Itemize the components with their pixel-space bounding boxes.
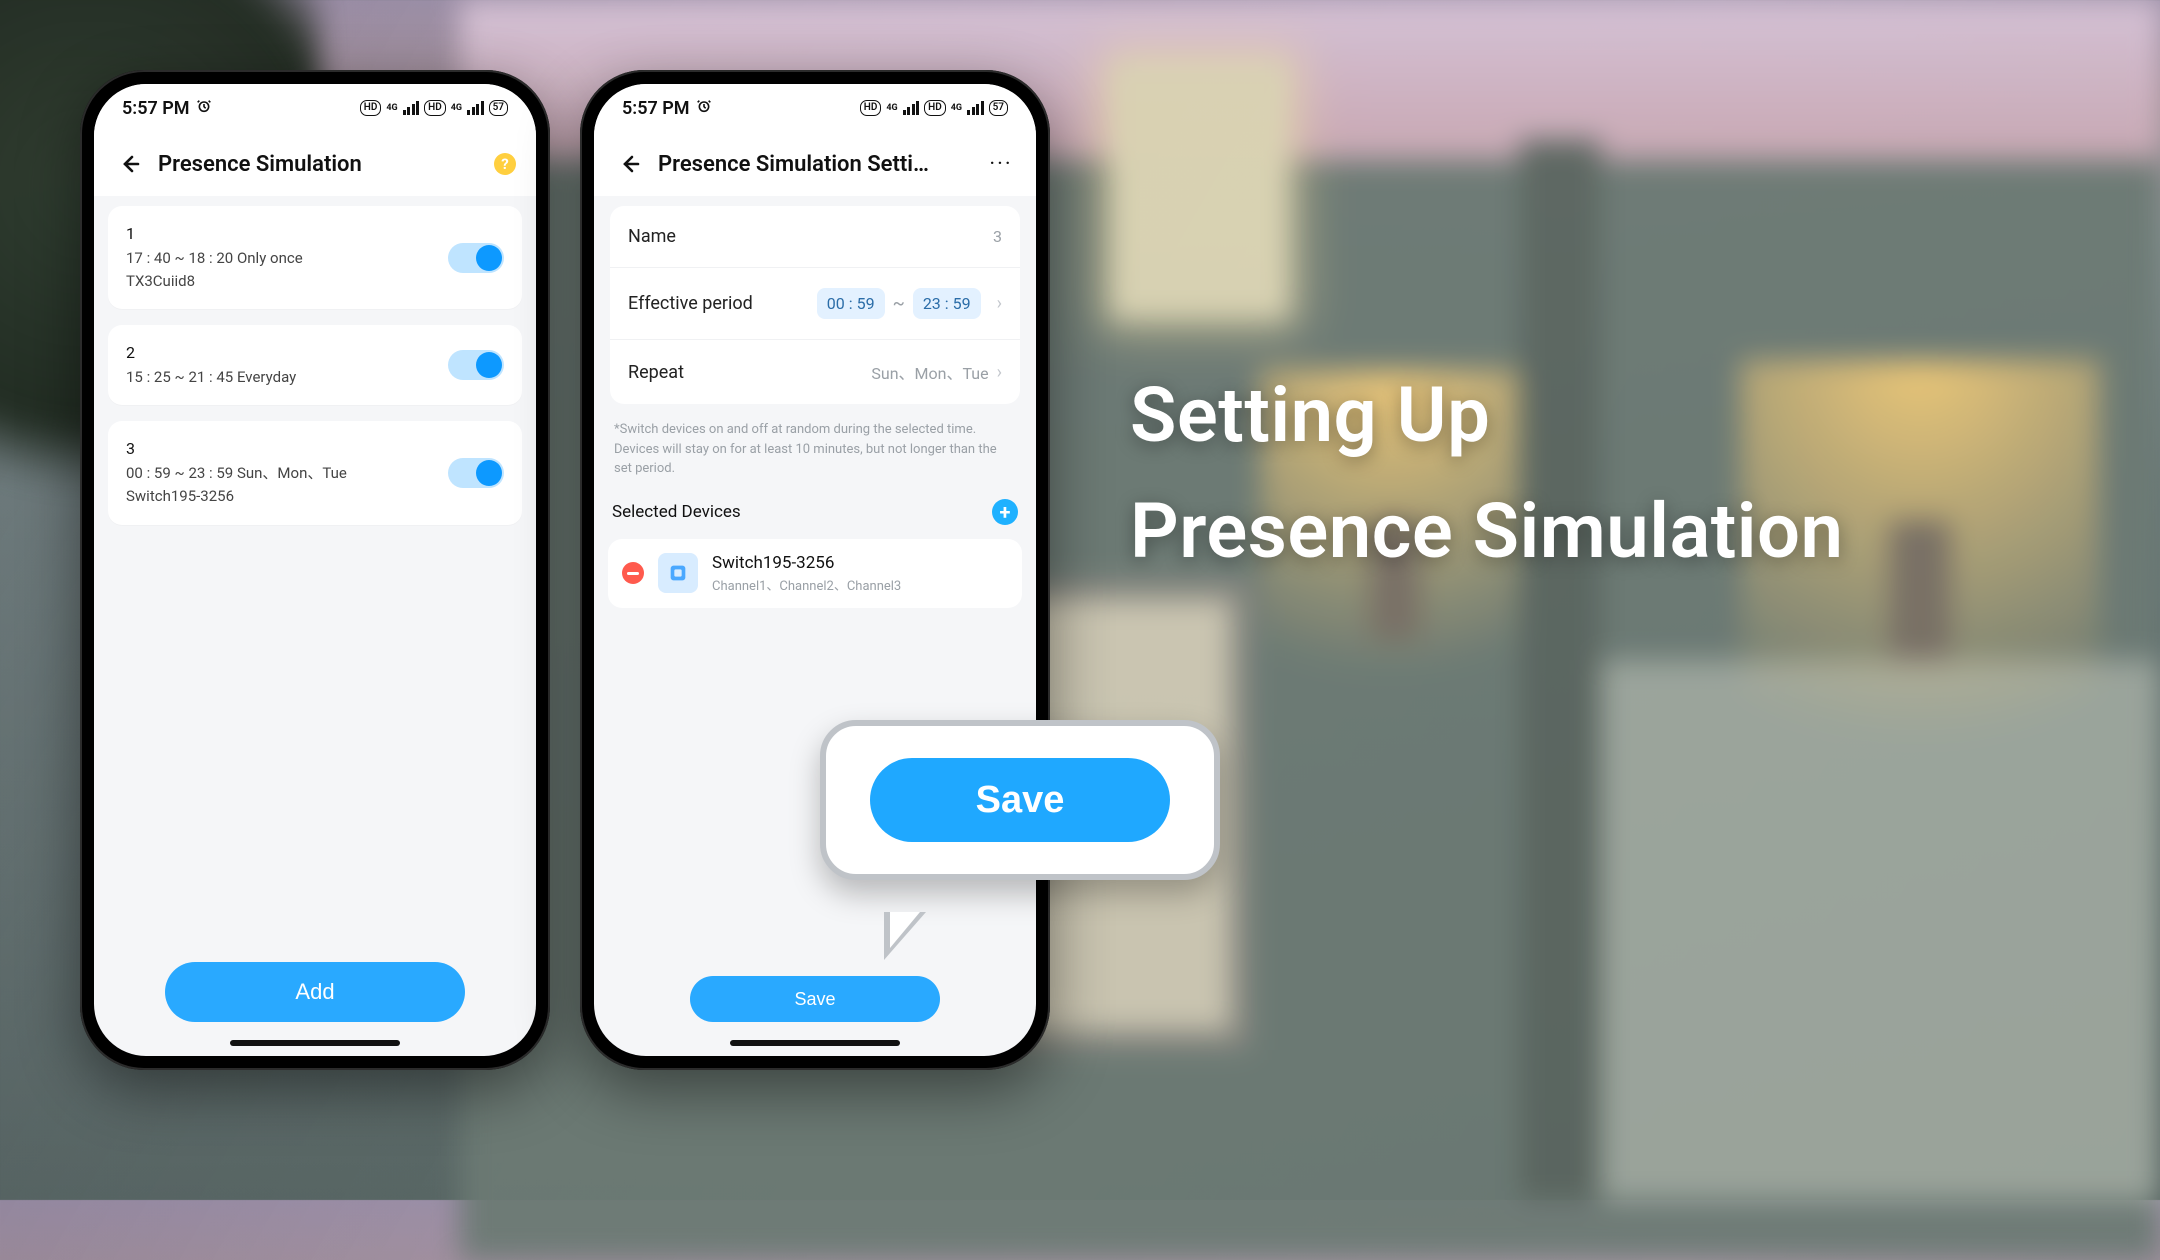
item-device: Switch195-3256 [126, 485, 347, 508]
chevron-right-icon: › [997, 293, 1002, 314]
page-title: Presence Simulation Setti… [658, 152, 972, 177]
hd-badge-2: HD [924, 100, 946, 116]
status-time: 5:57 PM [622, 98, 690, 119]
status-bar: 5:57 PM HD 4G HD 4G 57 [94, 84, 536, 132]
item-toggle[interactable] [448, 350, 504, 380]
navbar: Presence Simulation Setti… ··· [594, 132, 1036, 196]
net-label-1: 4G [886, 103, 897, 113]
chevron-right-icon: › [997, 362, 1002, 383]
help-icon[interactable]: ? [494, 153, 516, 175]
phone-mockup-list: 5:57 PM HD 4G HD 4G 57 Presence Simulati… [80, 70, 550, 1070]
simulation-item[interactable]: 3 00 : 59 ~ 23 : 59 Sun、Mon、Tue Switch19… [108, 421, 522, 524]
simulation-item[interactable]: 1 17 : 40 ~ 18 : 20 Only once TX3Cuiid8 [108, 206, 522, 309]
headline: Setting Up Presence Simulation [1130, 370, 1844, 576]
repeat-value: Sun、Mon、Tue [871, 360, 988, 384]
item-index: 1 [126, 222, 303, 247]
more-menu-icon[interactable]: ··· [986, 152, 1016, 177]
signal-icon-2 [467, 101, 484, 115]
home-indicator [730, 1040, 900, 1046]
repeat-label: Repeat [628, 362, 684, 383]
alarm-icon [196, 98, 212, 119]
device-name: Switch195-3256 [712, 553, 901, 573]
simulation-item[interactable]: 2 15 : 25 ~ 21 : 45 Everyday [108, 325, 522, 405]
period-label: Effective period [628, 293, 753, 314]
item-index: 2 [126, 341, 296, 366]
battery-badge: 57 [489, 100, 508, 116]
status-bar: 5:57 PM HD 4G HD 4G 57 [594, 84, 1036, 132]
repeat-row[interactable]: Repeat Sun、Mon、Tue › [610, 339, 1020, 404]
signal-icon [403, 101, 420, 115]
headline-line2: Presence Simulation [1130, 486, 1844, 576]
headline-line1: Setting Up [1130, 370, 1844, 460]
save-button[interactable]: Save [690, 976, 940, 1022]
alarm-icon [696, 98, 712, 119]
net-label-2: 4G [451, 103, 462, 113]
item-time: 00 : 59 ~ 23 : 59 Sun、Mon、Tue [126, 462, 347, 485]
home-indicator [230, 1040, 400, 1046]
item-time: 17 : 40 ~ 18 : 20 Only once [126, 247, 303, 270]
page-title: Presence Simulation [158, 152, 486, 177]
hd-badge: HD [860, 100, 882, 116]
status-time: 5:57 PM [122, 98, 190, 119]
remove-device-button[interactable] [622, 562, 644, 584]
net-label-1: 4G [386, 103, 397, 113]
hd-badge: HD [360, 100, 382, 116]
save-callout-button[interactable]: Save [870, 758, 1170, 842]
period-to[interactable]: 23 : 59 [913, 288, 981, 319]
device-channels: Channel1、Channel2、Channel3 [712, 575, 901, 594]
switch-device-icon [658, 553, 698, 593]
item-toggle[interactable] [448, 243, 504, 273]
back-button[interactable] [114, 149, 144, 179]
back-button[interactable] [614, 149, 644, 179]
name-label: Name [628, 226, 676, 247]
navbar: Presence Simulation ? [94, 132, 536, 196]
item-device: TX3Cuiid8 [126, 270, 303, 293]
item-toggle[interactable] [448, 458, 504, 488]
add-button[interactable]: Add [165, 962, 465, 1022]
net-label-2: 4G [951, 103, 962, 113]
add-device-button[interactable]: + [992, 499, 1018, 525]
signal-icon-2 [967, 101, 984, 115]
signal-icon [903, 101, 920, 115]
save-callout: Save [820, 720, 1220, 880]
item-index: 3 [126, 437, 347, 462]
battery-badge: 57 [989, 100, 1008, 116]
period-row[interactable]: Effective period 00 : 59 ~ 23 : 59 › [610, 267, 1020, 339]
selected-devices-label: Selected Devices [612, 502, 741, 522]
period-from[interactable]: 00 : 59 [817, 288, 885, 319]
phone-mockup-settings: 5:57 PM HD 4G HD 4G 57 Presence Simulati… [580, 70, 1050, 1070]
device-item[interactable]: Switch195-3256 Channel1、Channel2、Channel… [608, 539, 1022, 608]
item-time: 15 : 25 ~ 21 : 45 Everyday [126, 366, 296, 389]
hd-badge-2: HD [424, 100, 446, 116]
name-value: 3 [993, 227, 1002, 246]
settings-note: *Switch devices on and off at random dur… [608, 416, 1022, 493]
name-row[interactable]: Name 3 [610, 206, 1020, 267]
